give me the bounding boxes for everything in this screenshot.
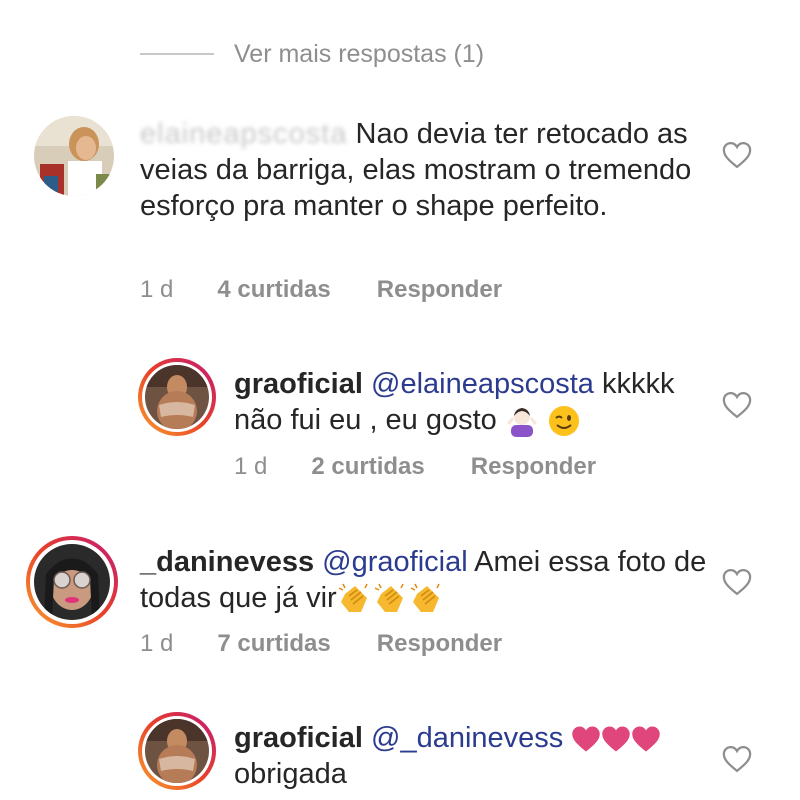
likes-count[interactable]: 7 curtidas [217,630,330,658]
pink-heart-icon [572,726,601,752]
likes-count[interactable]: 4 curtidas [217,276,330,304]
comment-username[interactable]: _daninevess [140,546,314,578]
comment-meta: 1 d 2 curtidas Responder [234,453,596,481]
comment-username[interactable]: elaineapscosta [140,118,347,150]
clapping-hands-icon [374,584,404,613]
comment-time: 1 d [140,630,174,657]
view-more-label: Ver mais respostas (1) [234,39,485,68]
mention-link[interactable]: @_daninevess [371,722,563,754]
winking-face-icon [548,406,579,437]
comment-body: graoficial @elaineapscosta kkkkk não fui… [234,366,714,438]
comment-time: 1 d [140,276,174,303]
comment-meta: 1 d 4 curtidas Responder [140,276,502,304]
comment-username[interactable]: graoficial [234,722,363,754]
mention-link[interactable]: @graoficial [322,546,468,578]
comment-time: 1 d [234,453,268,480]
comment-body: graoficial @_daninevess obrigada [234,720,714,792]
reply-button[interactable]: Responder [377,630,502,658]
divider-line [140,53,214,55]
pink-heart-icon [632,726,661,752]
avatar[interactable] [34,544,110,620]
comment-body: _daninevess @graoficial Amei essa foto d… [140,544,710,616]
clapping-hands-icon [410,584,440,613]
mention-link[interactable]: @elaineapscosta [371,368,594,400]
like-heart-icon[interactable] [722,391,752,419]
pink-heart-icon [602,726,631,752]
avatar[interactable] [145,719,209,783]
view-more-replies[interactable]: Ver mais respostas (1) [140,36,484,72]
woman-shrugging-icon [506,408,537,438]
comment-body: elaineapscosta Nao devia ter retocado as… [140,116,710,224]
clapping-hands-icon [338,584,368,613]
like-heart-icon[interactable] [722,568,752,596]
reply-button[interactable]: Responder [377,276,502,304]
comment-meta: 1 d 7 curtidas Responder [140,630,502,658]
avatar[interactable] [145,365,209,429]
like-heart-icon[interactable] [722,141,752,169]
like-heart-icon[interactable] [722,745,752,773]
likes-count[interactable]: 2 curtidas [311,453,424,481]
avatar[interactable] [34,116,114,196]
reply-button[interactable]: Responder [471,453,596,481]
comment-text: obrigada [234,758,347,790]
comment-username[interactable]: graoficial [234,368,363,400]
